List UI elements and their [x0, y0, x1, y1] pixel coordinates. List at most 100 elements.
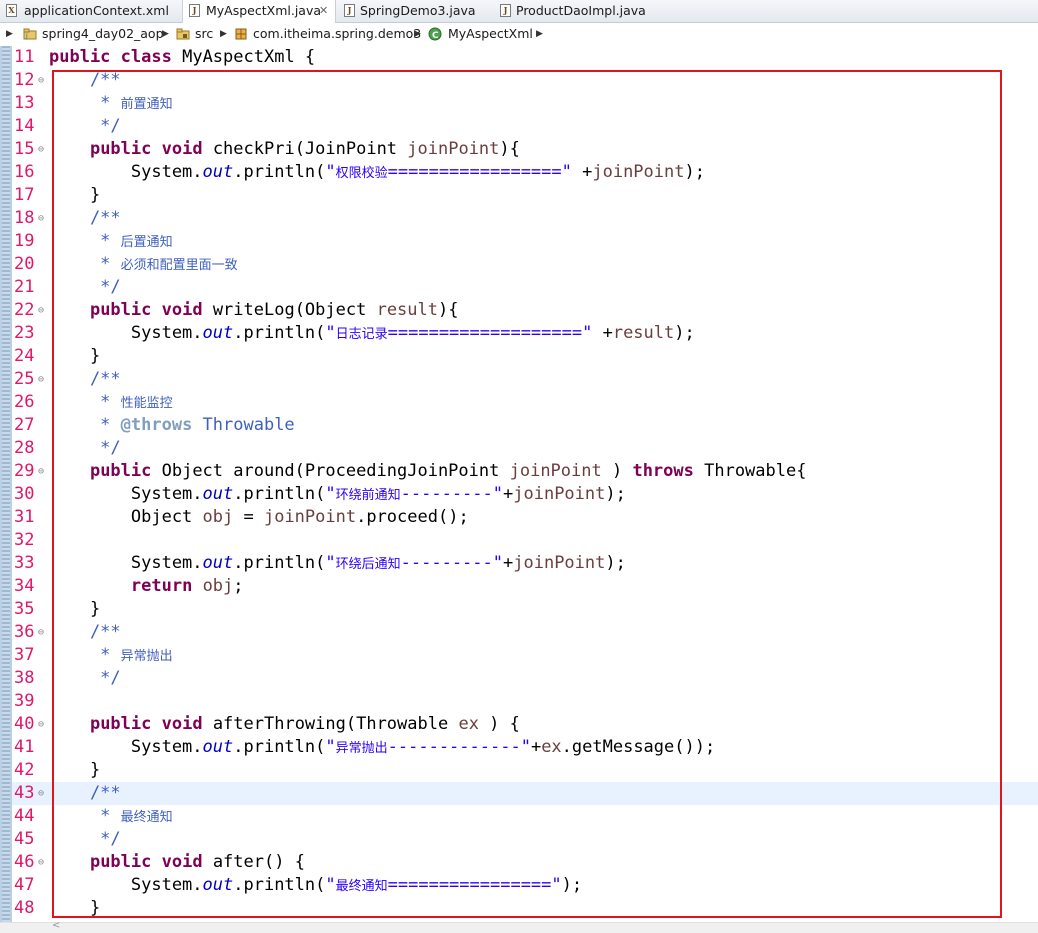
code-token: joinPoint	[513, 484, 606, 504]
line-number: 17	[14, 185, 35, 205]
code-line[interactable]: 35 }	[12, 598, 1038, 621]
fold-toggle-icon[interactable]: ⊖	[38, 460, 44, 483]
breadcrumb: ▶ J spring4_day02_aop ▶ src ▶ com.itheim…	[0, 23, 1038, 45]
breadcrumb-item-project[interactable]: spring4_day02_aop	[42, 23, 164, 45]
code-token: @throws	[120, 415, 193, 435]
code-line[interactable]: 45 */	[12, 828, 1038, 851]
code-token: ---------"	[400, 553, 503, 573]
code-line[interactable]: 47 System.out.println("最终通知=============…	[12, 874, 1038, 897]
fold-toggle-icon[interactable]: ⊖	[38, 621, 44, 644]
code-token: ){	[438, 300, 459, 320]
code-token: void	[161, 139, 203, 159]
chevron-right-icon[interactable]: ▶	[6, 23, 13, 45]
line-source: * 性能监控	[49, 391, 173, 415]
close-icon[interactable]: ✕	[319, 0, 328, 22]
code-line[interactable]: 16 System.out.println("权限校验=============…	[12, 161, 1038, 184]
line-number: 27	[14, 415, 35, 435]
code-line[interactable]: 27 * @throws Throwable	[12, 414, 1038, 437]
code-line[interactable]: 34 return obj;	[12, 575, 1038, 598]
fold-toggle-icon[interactable]: ⊖	[38, 713, 44, 736]
breadcrumb-item-package[interactable]: com.itheima.spring.demo3	[253, 23, 421, 45]
chevron-right-icon[interactable]: ▶	[536, 23, 543, 45]
line-number: 33	[14, 553, 35, 573]
code-line[interactable]: 37 * 异常抛出	[12, 644, 1038, 667]
fold-toggle-icon[interactable]: ⊖	[38, 782, 44, 805]
tab-spring-demo3-java[interactable]: J SpringDemo3.java	[340, 0, 490, 22]
code-token: public	[89, 300, 152, 320]
svg-text:J: J	[25, 33, 28, 40]
code-token: /**	[49, 70, 121, 90]
java-file-icon: J	[344, 4, 355, 17]
tab-my-aspect-xml-java[interactable]: J MyAspectXml.java ✕	[182, 0, 336, 23]
code-line[interactable]: 42 }	[12, 759, 1038, 782]
code-editor[interactable]: 11 public class MyAspectXml {12 ⊖ /** 13 * …	[0, 46, 1038, 922]
code-token: result	[612, 323, 675, 343]
code-line[interactable]: 11 public class MyAspectXml {	[12, 46, 1038, 69]
code-token: );	[605, 484, 626, 504]
code-line[interactable]: 22 ⊖ public void writeLog(Object result){	[12, 299, 1038, 322]
code-line[interactable]: 20 * 必须和配置里面一致	[12, 253, 1038, 276]
line-source: System.out.println("环绕后通知---------"+join…	[49, 552, 626, 576]
breadcrumb-item-class[interactable]: MyAspectXml	[448, 23, 533, 45]
code-token: .getMessage());	[561, 737, 716, 757]
code-token: "	[325, 323, 336, 343]
code-line[interactable]: 48 }	[12, 897, 1038, 920]
code-token: */	[49, 277, 121, 297]
code-line[interactable]: 12 ⊖ /**	[12, 69, 1038, 92]
code-line[interactable]: 26 * 性能监控	[12, 391, 1038, 414]
horizontal-scrollbar[interactable]: <	[0, 920, 1038, 933]
line-source: * @throws Throwable	[49, 414, 295, 437]
project-icon: J	[23, 28, 37, 40]
code-line[interactable]: 44 * 最终通知	[12, 805, 1038, 828]
line-number: 19	[14, 231, 35, 251]
code-line[interactable]: 41 System.out.println("异常抛出-------------…	[12, 736, 1038, 759]
code-line[interactable]: 21 */	[12, 276, 1038, 299]
code-line[interactable]: 29 ⊖ public Object around(ProceedingJoinP…	[12, 460, 1038, 483]
code-token: System.	[49, 553, 203, 573]
code-line[interactable]: 32	[12, 529, 1038, 552]
code-line[interactable]: 36 ⊖ /**	[12, 621, 1038, 644]
breadcrumb-item-src[interactable]: src	[195, 23, 213, 45]
line-source: public void after() {	[49, 851, 305, 874]
code-line[interactable]: 14 */	[12, 115, 1038, 138]
code-line[interactable]: 28 */	[12, 437, 1038, 460]
fold-toggle-icon[interactable]: ⊖	[38, 299, 44, 322]
code-token: 环绕后通知	[335, 557, 401, 572]
code-line[interactable]: 39	[12, 690, 1038, 713]
code-line[interactable]: 30 System.out.println("环绕前通知---------"+j…	[12, 483, 1038, 506]
code-line[interactable]: 40 ⊖ public void afterThrowing(Throwable …	[12, 713, 1038, 736]
code-line[interactable]: 33 System.out.println("环绕后通知---------"+j…	[12, 552, 1038, 575]
code-line[interactable]: 43 ⊖ /**	[12, 782, 1038, 805]
fold-toggle-icon[interactable]: ⊖	[38, 138, 44, 161]
fold-toggle-icon[interactable]: ⊖	[38, 851, 44, 874]
code-token: /**	[49, 369, 121, 389]
fold-toggle-icon[interactable]: ⊖	[38, 207, 44, 230]
code-token: -------------"	[387, 737, 531, 757]
line-number: 38	[14, 668, 35, 688]
code-token: "	[325, 737, 336, 757]
code-line[interactable]: 25 ⊖ /**	[12, 368, 1038, 391]
fold-toggle-icon[interactable]: ⊖	[38, 368, 44, 391]
scroll-left-icon[interactable]: <	[52, 920, 60, 931]
code-line[interactable]: 38 */	[12, 667, 1038, 690]
fold-toggle-icon[interactable]: ⊖	[38, 69, 44, 92]
code-token: public	[89, 461, 152, 481]
code-line[interactable]: 15 ⊖ public void checkPri(JoinPoint joinP…	[12, 138, 1038, 161]
chevron-right-icon[interactable]: ▶	[162, 23, 169, 45]
tab-product-dao-impl-java[interactable]: J ProductDaoImpl.java	[496, 0, 666, 22]
code-token: }	[49, 599, 101, 619]
code-line[interactable]: 24 }	[12, 345, 1038, 368]
tab-application-context-xml[interactable]: X applicationContext.xml	[2, 0, 180, 22]
code-line[interactable]: 23 System.out.println("日志记录=============…	[12, 322, 1038, 345]
code-line[interactable]: 13 * 前置通知	[12, 92, 1038, 115]
code-line[interactable]: 46 ⊖ public void after() {	[12, 851, 1038, 874]
code-line[interactable]: 18 ⊖ /**	[12, 207, 1038, 230]
chevron-right-icon[interactable]: ▶	[414, 23, 421, 45]
line-number: 13	[14, 93, 35, 113]
chevron-right-icon[interactable]: ▶	[220, 23, 227, 45]
code-line[interactable]: 19 * 后置通知	[12, 230, 1038, 253]
code-token: 最终通知	[120, 810, 173, 825]
code-line[interactable]: 17 }	[12, 184, 1038, 207]
code-line[interactable]: 31 Object obj = joinPoint.proceed();	[12, 506, 1038, 529]
